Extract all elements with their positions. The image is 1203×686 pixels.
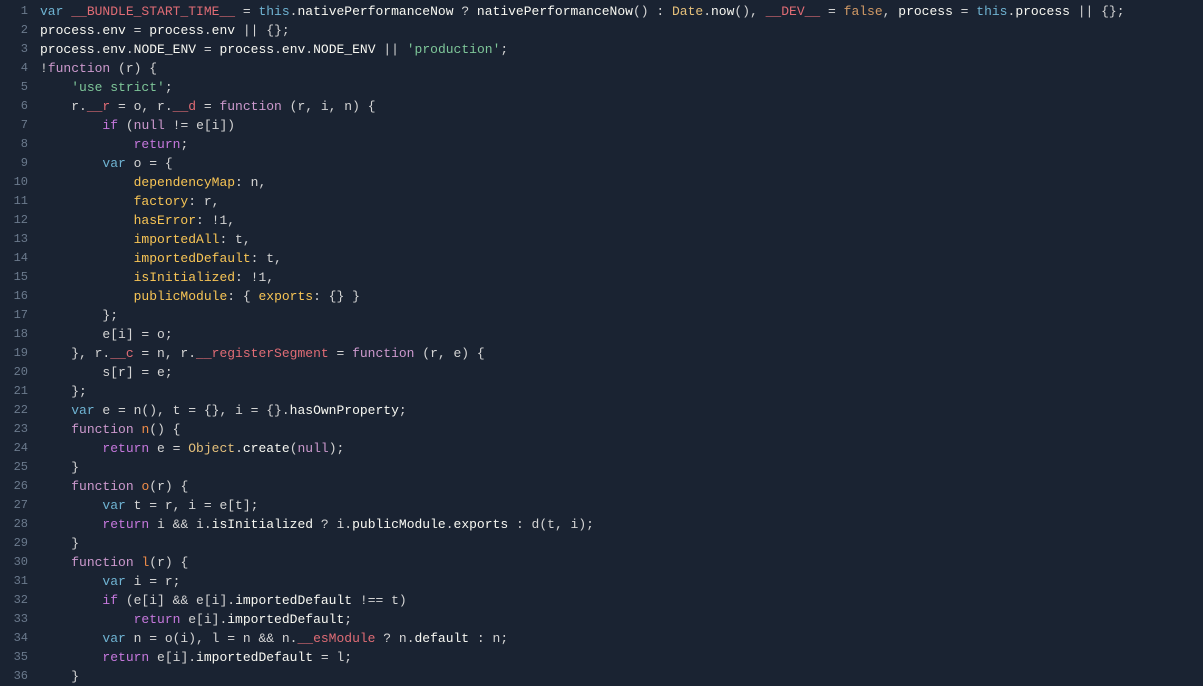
line-num-12: 12	[0, 211, 28, 230]
code-line-34: var n = o(i), l = n && n.__esModule ? n.…	[36, 629, 1203, 648]
line-num-31: 31	[0, 572, 28, 591]
code-line-6: r.__r = o, r.__d = function (r, i, n) {	[36, 97, 1203, 116]
code-line-13: importedAll: t,	[36, 230, 1203, 249]
code-line-31: var i = r;	[36, 572, 1203, 591]
code-line-24: return e = Object.create(null);	[36, 439, 1203, 458]
code-line-35: return e[i].importedDefault = l;	[36, 648, 1203, 667]
line-num-19: 19	[0, 344, 28, 363]
code-line-14: importedDefault: t,	[36, 249, 1203, 268]
code-line-16: publicModule: { exports: {} }	[36, 287, 1203, 306]
line-num-30: 30	[0, 553, 28, 572]
code-line-36: }	[36, 667, 1203, 685]
line-num-8: 8	[0, 135, 28, 154]
code-line-26: function o(r) {	[36, 477, 1203, 496]
line-num-32: 32	[0, 591, 28, 610]
code-line-19: }, r.__c = n, r.__registerSegment = func…	[36, 344, 1203, 363]
code-line-3: process.env.NODE_ENV = process.env.NODE_…	[36, 40, 1203, 59]
code-line-8: return;	[36, 135, 1203, 154]
code-content: var __BUNDLE_START_TIME__ = this.nativeP…	[36, 0, 1203, 685]
code-line-23: function n() {	[36, 420, 1203, 439]
line-num-26: 26	[0, 477, 28, 496]
line-num-1: 1	[0, 2, 28, 21]
code-line-10: dependencyMap: n,	[36, 173, 1203, 192]
line-num-21: 21	[0, 382, 28, 401]
line-num-34: 34	[0, 629, 28, 648]
line-num-15: 15	[0, 268, 28, 287]
line-num-29: 29	[0, 534, 28, 553]
code-line-29: }	[36, 534, 1203, 553]
code-line-22: var e = n(), t = {}, i = {}.hasOwnProper…	[36, 401, 1203, 420]
line-num-4: 4	[0, 59, 28, 78]
code-line-7: if (null != e[i])	[36, 116, 1203, 135]
line-num-6: 6	[0, 97, 28, 116]
line-num-35: 35	[0, 648, 28, 667]
line-num-20: 20	[0, 363, 28, 382]
line-num-27: 27	[0, 496, 28, 515]
code-line-12: hasError: !1,	[36, 211, 1203, 230]
line-num-2: 2	[0, 21, 28, 40]
code-line-33: return e[i].importedDefault;	[36, 610, 1203, 629]
code-line-2: process.env = process.env || {};	[36, 21, 1203, 40]
line-num-17: 17	[0, 306, 28, 325]
code-line-28: return i && i.isInitialized ? i.publicMo…	[36, 515, 1203, 534]
code-line-27: var t = r, i = e[t];	[36, 496, 1203, 515]
line-num-16: 16	[0, 287, 28, 306]
line-num-5: 5	[0, 78, 28, 97]
code-editor: 1 2 3 4 5 6 7 8 9 10 11 12 13 14 15 16 1…	[0, 0, 1203, 685]
code-line-5: 'use strict';	[36, 78, 1203, 97]
line-num-36: 36	[0, 667, 28, 686]
line-num-3: 3	[0, 40, 28, 59]
line-num-13: 13	[0, 230, 28, 249]
code-line-1: var __BUNDLE_START_TIME__ = this.nativeP…	[36, 2, 1203, 21]
code-line-20: s[r] = e;	[36, 363, 1203, 382]
code-line-4: !function (r) {	[36, 59, 1203, 78]
code-line-32: if (e[i] && e[i].importedDefault !== t)	[36, 591, 1203, 610]
line-num-22: 22	[0, 401, 28, 420]
line-num-7: 7	[0, 116, 28, 135]
line-num-25: 25	[0, 458, 28, 477]
line-num-33: 33	[0, 610, 28, 629]
code-line-18: e[i] = o;	[36, 325, 1203, 344]
code-line-25: }	[36, 458, 1203, 477]
line-num-14: 14	[0, 249, 28, 268]
code-line-15: isInitialized: !1,	[36, 268, 1203, 287]
line-num-23: 23	[0, 420, 28, 439]
line-num-11: 11	[0, 192, 28, 211]
code-line-30: function l(r) {	[36, 553, 1203, 572]
line-num-24: 24	[0, 439, 28, 458]
line-num-9: 9	[0, 154, 28, 173]
line-num-10: 10	[0, 173, 28, 192]
code-line-17: };	[36, 306, 1203, 325]
line-numbers: 1 2 3 4 5 6 7 8 9 10 11 12 13 14 15 16 1…	[0, 0, 36, 685]
code-line-9: var o = {	[36, 154, 1203, 173]
line-num-18: 18	[0, 325, 28, 344]
line-num-28: 28	[0, 515, 28, 534]
code-line-11: factory: r,	[36, 192, 1203, 211]
code-line-21: };	[36, 382, 1203, 401]
